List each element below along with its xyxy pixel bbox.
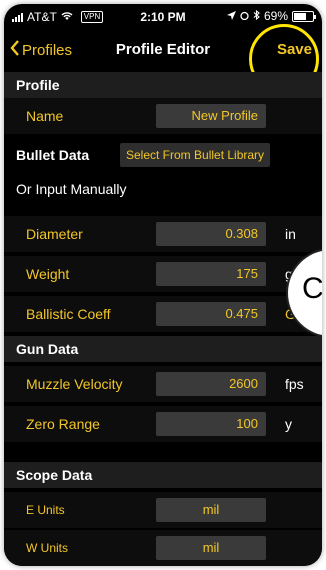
battery-icon: [292, 10, 316, 22]
muzzle-velocity-label: Muzzle Velocity: [26, 376, 123, 392]
w-units-label: W Units: [26, 541, 68, 555]
bullet-library-button[interactable]: Select From Bullet Library: [120, 143, 271, 167]
bullet-data-heading: Bullet Data: [16, 147, 90, 163]
row-name: Name New Profile: [4, 98, 322, 134]
nav-bar: Profiles Profile Editor Save: [4, 28, 322, 72]
section-header-profile: Profile: [4, 72, 322, 98]
location-icon: [226, 9, 236, 23]
manual-input-label: Or Input Manually: [16, 181, 127, 197]
zero-range-unit: y: [285, 416, 292, 432]
diameter-field[interactable]: 0.308: [156, 222, 266, 246]
ballistic-coeff-label: Ballistic Coeff: [26, 306, 111, 322]
alarm-icon: [240, 9, 249, 23]
row-ballistic-coeff: Ballistic Coeff 0.475 G: [4, 296, 322, 332]
row-zero-range: Zero Range 100 y: [4, 406, 322, 442]
weight-field[interactable]: 175: [156, 262, 266, 286]
weight-label: Weight: [26, 266, 70, 282]
save-button[interactable]: Save: [277, 41, 312, 58]
row-weight: Weight 175 gr: [4, 256, 322, 292]
row-manual-input: Or Input Manually: [4, 172, 322, 206]
section-header-gun: Gun Data: [4, 336, 322, 362]
muzzle-velocity-unit: fps: [285, 376, 304, 392]
row-e-units: E Units mil: [4, 492, 322, 528]
diameter-label: Diameter: [26, 226, 83, 242]
e-units-select[interactable]: mil: [156, 498, 266, 522]
status-bar: AT&T VPN 2:10 PM 69%: [4, 4, 322, 28]
phone-screen: AT&T VPN 2:10 PM 69% Profiles Profile Ed…: [4, 4, 322, 566]
name-label: Name: [26, 108, 64, 124]
row-diameter: Diameter 0.308 in: [4, 216, 322, 252]
zero-range-field[interactable]: 100: [156, 412, 266, 436]
page-title: Profile Editor: [115, 41, 211, 58]
e-units-label: E Units: [26, 503, 65, 517]
muzzle-velocity-field[interactable]: 2600: [156, 372, 266, 396]
ballistic-coeff-field[interactable]: 0.475: [156, 302, 266, 326]
w-units-select[interactable]: mil: [156, 536, 266, 560]
zero-range-label: Zero Range: [26, 416, 100, 432]
name-field[interactable]: New Profile: [156, 104, 266, 128]
battery-percent: 69%: [263, 9, 288, 23]
bluetooth-icon: [253, 9, 260, 23]
row-w-units: W Units mil: [4, 530, 322, 566]
diameter-unit: in: [285, 226, 296, 242]
section-header-scope: Scope Data: [4, 462, 322, 488]
row-muzzle-velocity: Muzzle Velocity 2600 fps: [4, 366, 322, 402]
circle-letter: C: [302, 272, 322, 305]
status-right: 69%: [226, 9, 316, 23]
row-bullet-data: Bullet Data Select From Bullet Library: [4, 138, 322, 172]
